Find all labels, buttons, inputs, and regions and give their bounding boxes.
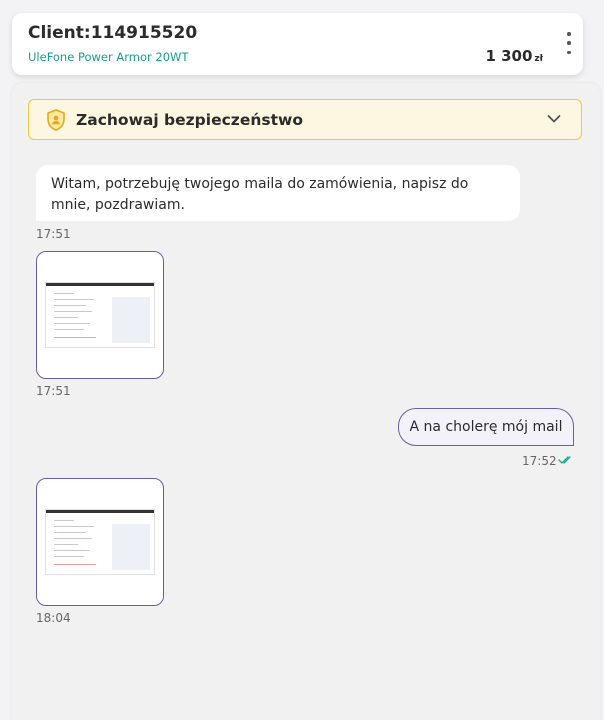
kebab-menu-icon[interactable]	[565, 32, 573, 54]
product-link[interactable]: UleFone Power Armor 20WT	[28, 50, 188, 64]
price-amount: 1 300	[485, 47, 533, 65]
message-time: 17:52	[522, 454, 557, 468]
price-currency: zł	[534, 54, 543, 64]
chat-panel: Zachowaj bezpieczeństwo Witam, potrzebuj…	[12, 83, 600, 720]
chevron-down-icon[interactable]	[547, 114, 561, 124]
conversation-header: Client:114915520 UleFone Power Armor 20W…	[12, 13, 583, 75]
security-banner-label: Zachowaj bezpieczeństwo	[76, 111, 303, 129]
attachment-thumbnail	[45, 282, 155, 348]
image-attachment[interactable]	[36, 251, 164, 379]
product-price: 1 300 zł	[485, 47, 543, 65]
message-time: 17:51	[36, 227, 71, 241]
image-attachment[interactable]	[36, 478, 164, 606]
message-time: 18:04	[36, 611, 71, 625]
incoming-message-bubble: Witam, potrzebuję twojego maila do zamów…	[36, 165, 520, 221]
shield-user-icon	[47, 109, 65, 131]
attachment-thumbnail	[45, 509, 155, 575]
kebab-dot	[567, 32, 571, 36]
kebab-dot	[567, 50, 571, 54]
kebab-dot	[567, 41, 571, 45]
double-check-icon	[558, 456, 571, 464]
security-banner[interactable]: Zachowaj bezpieczeństwo	[28, 99, 582, 140]
client-title: Client:114915520	[28, 23, 198, 43]
message-time: 17:51	[36, 384, 71, 398]
outgoing-message-bubble: A na cholerę mój mail	[398, 408, 574, 446]
